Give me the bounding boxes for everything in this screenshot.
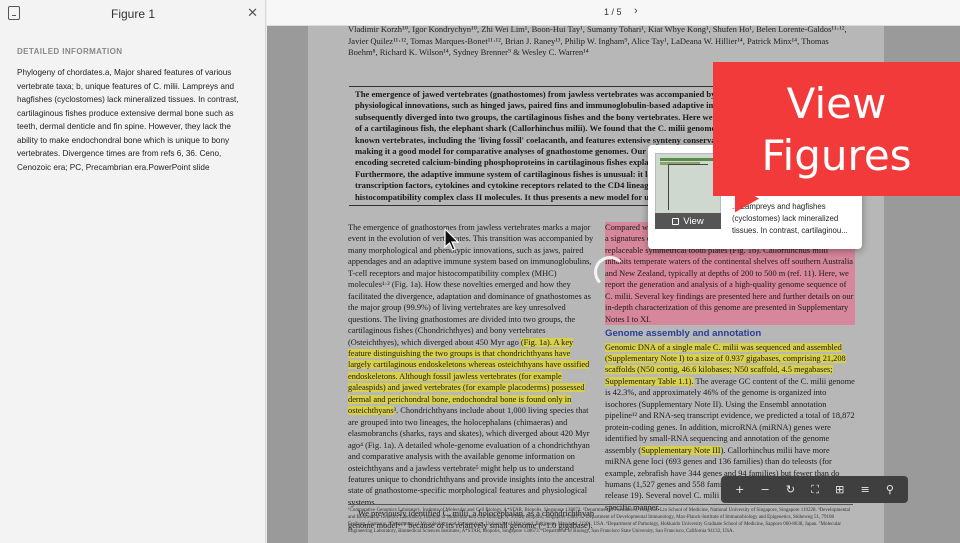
- figure-info-sidebar: Figure 1 ✕ DETAILED INFORMATION Phylogen…: [0, 0, 266, 543]
- fit-page-icon[interactable]: ⛶: [811, 483, 819, 497]
- image-icon: [672, 217, 680, 225]
- next-page-icon[interactable]: ›: [634, 5, 638, 17]
- callout-line-1: View: [786, 79, 887, 128]
- sidebar-header: Figure 1 ✕: [0, 0, 266, 28]
- affiliations-footnote: ¹Comparative Genomics Laboratory, Instit…: [348, 504, 853, 535]
- menu-icon[interactable]: ≡: [860, 483, 869, 496]
- section-heading: Genome assembly and annotation: [605, 328, 762, 340]
- text-column-right: Compared with other cartilaginous fishes…: [605, 222, 855, 513]
- zoom-toolbar: + − ↻ ⛶ ⊞ ≡ ⚲: [721, 476, 908, 503]
- callout-text: View Figures: [713, 78, 960, 182]
- highlight-yellow[interactable]: Supplementary Note III: [641, 445, 721, 455]
- pdf-viewer-app: Figure 1 ✕ DETAILED INFORMATION Phylogen…: [0, 0, 960, 543]
- view-figure-button[interactable]: View: [655, 213, 721, 229]
- mouse-cursor-icon: [444, 228, 460, 251]
- viewer-toolbar: 1 / 5 ›: [267, 0, 960, 26]
- paragraph-text: The average GC content of the C. milii g…: [605, 376, 855, 455]
- search-icon[interactable]: ⚲: [886, 483, 894, 496]
- page-indicator: 1 / 5: [604, 7, 622, 17]
- close-icon[interactable]: ✕: [247, 5, 258, 21]
- rotate-icon[interactable]: ↻: [786, 483, 795, 496]
- grid-view-icon[interactable]: ⊞: [835, 483, 844, 496]
- sidebar-title: Figure 1: [110, 7, 156, 21]
- zoom-in-icon[interactable]: +: [735, 483, 744, 496]
- section-label: DETAILED INFORMATION: [17, 47, 123, 56]
- text-column-left: The emergence of gnathostomes from jawle…: [348, 222, 595, 531]
- view-button-label: View: [683, 215, 704, 227]
- zoom-out-icon[interactable]: −: [760, 483, 769, 496]
- document-icon[interactable]: [8, 6, 20, 20]
- loading-spinner: [594, 256, 626, 288]
- paragraph-text: The emergence of gnathostomes from jawle…: [348, 223, 594, 347]
- highlight-yellow[interactable]: (Fig. 1a). A key feature distinguishing …: [348, 337, 590, 416]
- paragraph-text: ³. Chondrichthyans include about 1,000 l…: [348, 406, 595, 507]
- figure-description: Phylogeny of chordates.a, Major shared f…: [17, 68, 239, 172]
- callout-line-2: Figures: [761, 131, 912, 180]
- author-list: Vladimir Korzh¹⁰, Igor Kondrychyn¹⁰, Zhi…: [348, 26, 847, 57]
